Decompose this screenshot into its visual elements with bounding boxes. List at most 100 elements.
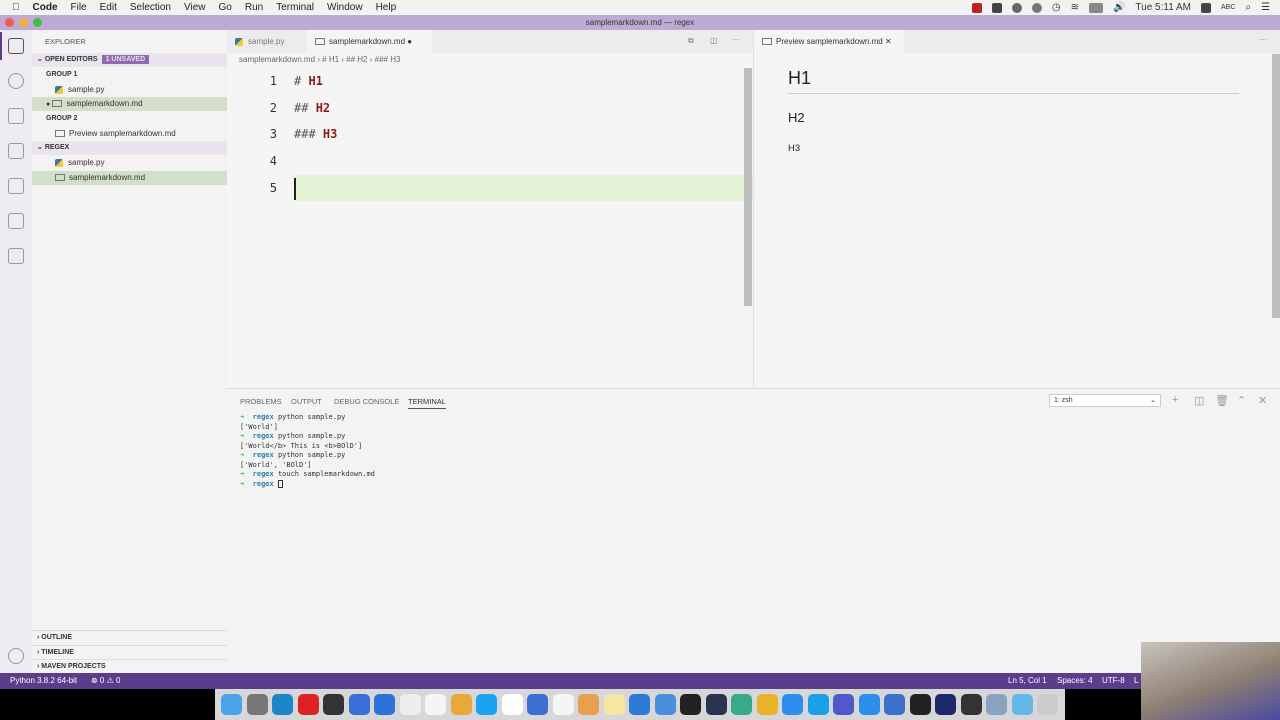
- tab-sample-py[interactable]: sample.py: [227, 30, 307, 53]
- more-actions-icon[interactable]: ···: [732, 35, 740, 44]
- cloud-sync-icon[interactable]: [1031, 2, 1042, 13]
- python-interpreter[interactable]: Python 3.8.2 64-bit: [10, 673, 77, 689]
- opera-dock-icon[interactable]: [297, 694, 319, 715]
- input-source[interactable]: ABC: [1221, 4, 1235, 11]
- ia-writer-dock-icon[interactable]: [501, 694, 523, 715]
- extensions-icon[interactable]: [8, 178, 24, 194]
- menu-go[interactable]: Go: [219, 2, 232, 13]
- problems-count[interactable]: ⊗ 0 ⚠ 0: [91, 673, 120, 689]
- testing-icon[interactable]: [8, 213, 24, 229]
- tab-debug-console[interactable]: DEBUG CONSOLE: [334, 397, 399, 406]
- notification-center-icon[interactable]: ☰: [1261, 2, 1270, 13]
- code-line[interactable]: 5: [227, 175, 753, 201]
- split-editor-icon[interactable]: ◫: [710, 36, 718, 45]
- breadcrumb-h2[interactable]: ## H2: [346, 55, 367, 64]
- code-line[interactable]: 4: [227, 148, 753, 174]
- trash-icon[interactable]: 🗑: [1215, 394, 1229, 407]
- app-store-dock-icon[interactable]: [782, 694, 803, 715]
- tab-problems[interactable]: PROBLEMS: [240, 397, 282, 406]
- preview-dock-icon[interactable]: [986, 694, 1007, 715]
- files-dock-icon[interactable]: [858, 694, 880, 715]
- open-preview-side-icon[interactable]: ⧉: [688, 36, 694, 46]
- spotlight-icon[interactable]: ⌕: [1245, 2, 1251, 13]
- notes-dock-icon[interactable]: [603, 694, 625, 715]
- tab-terminal[interactable]: TERMINAL: [408, 397, 446, 409]
- outline-section[interactable]: › OUTLINE: [32, 630, 227, 644]
- timeline-section[interactable]: › TIMELINE: [32, 645, 227, 659]
- teams-dock-icon[interactable]: [833, 694, 854, 715]
- terminal-select[interactable]: 1: zsh ⌄: [1049, 394, 1161, 407]
- menu-app[interactable]: Code: [33, 2, 58, 13]
- gear-icon[interactable]: [8, 648, 24, 664]
- breadcrumb-file[interactable]: samplemarkdown.md: [239, 55, 315, 64]
- menu-selection[interactable]: Selection: [130, 2, 171, 13]
- edge-dock-icon[interactable]: [272, 694, 293, 715]
- time-machine-icon[interactable]: ◷: [1052, 2, 1061, 13]
- tab-samplemarkdown[interactable]: samplemarkdown.md ●: [307, 30, 432, 53]
- source-control-icon[interactable]: [8, 108, 24, 124]
- volume-icon[interactable]: 🔊: [1113, 2, 1125, 13]
- obs-dock-icon[interactable]: [960, 694, 982, 715]
- code-line[interactable]: 3 ### H3: [227, 121, 753, 147]
- typora-dock-icon[interactable]: [552, 694, 574, 715]
- word-counter-dock-icon[interactable]: [527, 694, 548, 715]
- close-panel-icon[interactable]: ✕: [1258, 394, 1267, 407]
- new-terminal-icon[interactable]: +: [1172, 394, 1178, 406]
- skype-dock-icon[interactable]: [807, 694, 829, 715]
- preview-scrollbar[interactable]: [1272, 54, 1280, 318]
- reminders-dock-icon[interactable]: [425, 694, 446, 715]
- apple-icon[interactable]: : [12, 2, 20, 13]
- launchpad-dock-icon[interactable]: [246, 694, 268, 715]
- cursor-position[interactable]: Ln 5, Col 1: [1008, 673, 1047, 689]
- menu-help[interactable]: Help: [376, 2, 397, 13]
- encoding[interactable]: UTF-8: [1102, 673, 1125, 689]
- clock[interactable]: Tue 5:11 AM: [1135, 2, 1191, 13]
- atom-dock-icon[interactable]: [731, 694, 752, 715]
- cloud-icon[interactable]: [1011, 2, 1022, 13]
- menu-view[interactable]: View: [184, 2, 206, 13]
- calendar-dock-icon[interactable]: [399, 694, 421, 715]
- terminal-alt-dock-icon[interactable]: [680, 694, 701, 715]
- things-dock-icon[interactable]: [374, 694, 395, 715]
- archiver-dock-icon[interactable]: [756, 694, 778, 715]
- run-debug-icon[interactable]: [8, 143, 24, 159]
- flask-dock-icon[interactable]: [323, 694, 344, 715]
- menu-terminal[interactable]: Terminal: [276, 2, 314, 13]
- shazam-dock-icon[interactable]: [935, 694, 956, 715]
- k-tray-icon[interactable]: [991, 2, 1002, 13]
- file-sample-py[interactable]: sample.py: [32, 156, 227, 170]
- unsaved-dot-icon[interactable]: ●: [407, 37, 412, 46]
- downloads-dock-icon[interactable]: [1011, 694, 1033, 715]
- file-samplemarkdown[interactable]: samplemarkdown.md: [32, 171, 227, 185]
- editor-scrollbar[interactable]: [744, 68, 752, 306]
- twitter-dock-icon[interactable]: [476, 694, 497, 715]
- close-tab-icon[interactable]: ✕: [885, 37, 892, 46]
- tab-preview[interactable]: Preview samplemarkdown.md ✕: [754, 30, 904, 53]
- split-terminal-icon[interactable]: ◫: [1194, 394, 1204, 407]
- explorer-icon[interactable]: [8, 38, 24, 54]
- indentation[interactable]: Spaces: 4: [1057, 673, 1093, 689]
- wifi-icon[interactable]: ≋: [1071, 2, 1079, 13]
- menu-run[interactable]: Run: [245, 2, 263, 13]
- remote-icon[interactable]: [8, 248, 24, 264]
- menu-file[interactable]: File: [71, 2, 87, 13]
- xcode-dock-icon[interactable]: [654, 694, 676, 715]
- open-editor-sample-py[interactable]: sample.py: [32, 83, 227, 97]
- eol[interactable]: L: [1134, 673, 1138, 689]
- search-icon[interactable]: [8, 73, 24, 89]
- open-editors-header[interactable]: ⌄ OPEN EDITORS 1 UNSAVED: [32, 53, 227, 67]
- breadcrumb-h3[interactable]: ### H3: [375, 55, 401, 64]
- terminal-input-line[interactable]: ➜ regex: [240, 479, 283, 488]
- tes-dock-icon[interactable]: [450, 694, 472, 715]
- maven-section[interactable]: › MAVEN PROJECTS: [32, 659, 227, 673]
- more-actions-icon[interactable]: ···: [1259, 35, 1267, 44]
- finder-dock-icon[interactable]: [221, 694, 242, 715]
- close-window-button[interactable]: [5, 18, 14, 27]
- minimize-window-button[interactable]: [19, 18, 28, 27]
- proxyman-dock-icon[interactable]: [705, 694, 727, 715]
- maximize-panel-icon[interactable]: ⌃: [1237, 394, 1246, 407]
- color-picker-dock-icon[interactable]: [578, 694, 599, 715]
- menu-window[interactable]: Window: [327, 2, 363, 13]
- battery-icon[interactable]: [1088, 2, 1103, 13]
- breadcrumb-h1[interactable]: # H1: [322, 55, 339, 64]
